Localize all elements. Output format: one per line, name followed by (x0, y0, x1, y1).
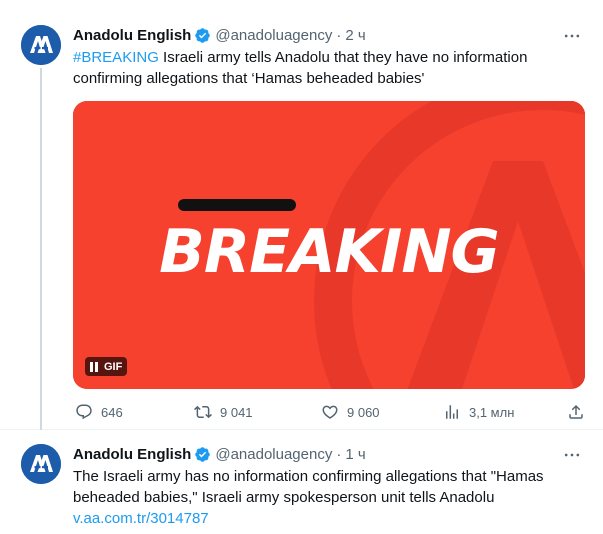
more-icon[interactable] (561, 445, 583, 465)
author-name[interactable]: Anadolu English (73, 27, 191, 44)
anadolu-logo-icon (21, 444, 61, 484)
tweet-text: The Israeli army has no information conf… (73, 466, 583, 529)
repost-button[interactable]: 9 041 (194, 402, 253, 422)
author-handle[interactable]: @anadoluagency (215, 446, 332, 463)
article-link[interactable]: v.aa.com.tr/3014787 (73, 508, 583, 529)
views-button[interactable]: 3,1 млн (443, 402, 514, 422)
gif-controls[interactable]: GIF (85, 357, 128, 376)
verified-badge-icon[interactable] (194, 446, 211, 463)
repost-icon (194, 405, 212, 419)
like-button[interactable]: 9 060 (321, 402, 380, 422)
redaction-bar (178, 199, 296, 211)
tweet-text-fragment: Israeli army tells Anadolu that they hav… (158, 49, 528, 66)
media-gif[interactable]: BREAKING (73, 101, 585, 389)
avatar[interactable] (21, 25, 61, 65)
tweet-header: Anadolu English @anadoluagency · 1 ч (73, 444, 366, 464)
repost-count: 9 041 (220, 404, 253, 420)
view-count: 3,1 млн (469, 404, 515, 420)
anadolu-logo-icon (21, 25, 61, 65)
like-icon (322, 405, 338, 419)
tweet-text-line: confirming allegations that ‘Hamas behea… (73, 70, 425, 87)
reply-count: 646 (101, 404, 123, 420)
hashtag-link[interactable]: #BREAKING (73, 49, 159, 66)
action-bar: 646 9 041 9 060 3,1 млн (73, 402, 585, 422)
tweet-text-line: The Israeli army has no information conf… (73, 468, 544, 485)
tweet-text: #BREAKING Israeli army tells Anadolu tha… (73, 47, 583, 89)
author-handle[interactable]: @anadoluagency (215, 27, 332, 44)
separator: · (336, 26, 342, 44)
reply-button[interactable]: 646 (75, 402, 123, 422)
gif-badge: GIF (104, 360, 123, 373)
like-count: 9 060 (347, 404, 380, 420)
timestamp[interactable]: 1 ч (345, 446, 365, 463)
reply-icon (76, 404, 92, 420)
separator: · (336, 445, 342, 463)
tweet-text-line: #BREAKING Israeli army tells Anadolu tha… (73, 47, 583, 68)
timestamp[interactable]: 2 ч (345, 27, 365, 44)
author-name[interactable]: Anadolu English (73, 446, 191, 463)
breaking-headline: BREAKING (159, 217, 500, 287)
thread-line (40, 68, 42, 430)
views-icon (446, 405, 458, 419)
tweet-text-line: beheaded babies," Israeli army spokesper… (73, 489, 495, 506)
avatar[interactable] (21, 444, 61, 484)
tweet-header: Anadolu English @anadoluagency · 2 ч (73, 25, 366, 45)
more-icon[interactable] (561, 26, 583, 46)
pause-icon[interactable] (90, 361, 98, 372)
verified-badge-icon[interactable] (194, 27, 211, 44)
tweet[interactable]: Anadolu English @anadoluagency · 1 ч The… (0, 430, 603, 534)
share-icon (569, 404, 583, 419)
share-button[interactable] (567, 402, 585, 422)
tweet[interactable]: Anadolu English @anadoluagency · 2 ч #BR… (0, 0, 603, 430)
